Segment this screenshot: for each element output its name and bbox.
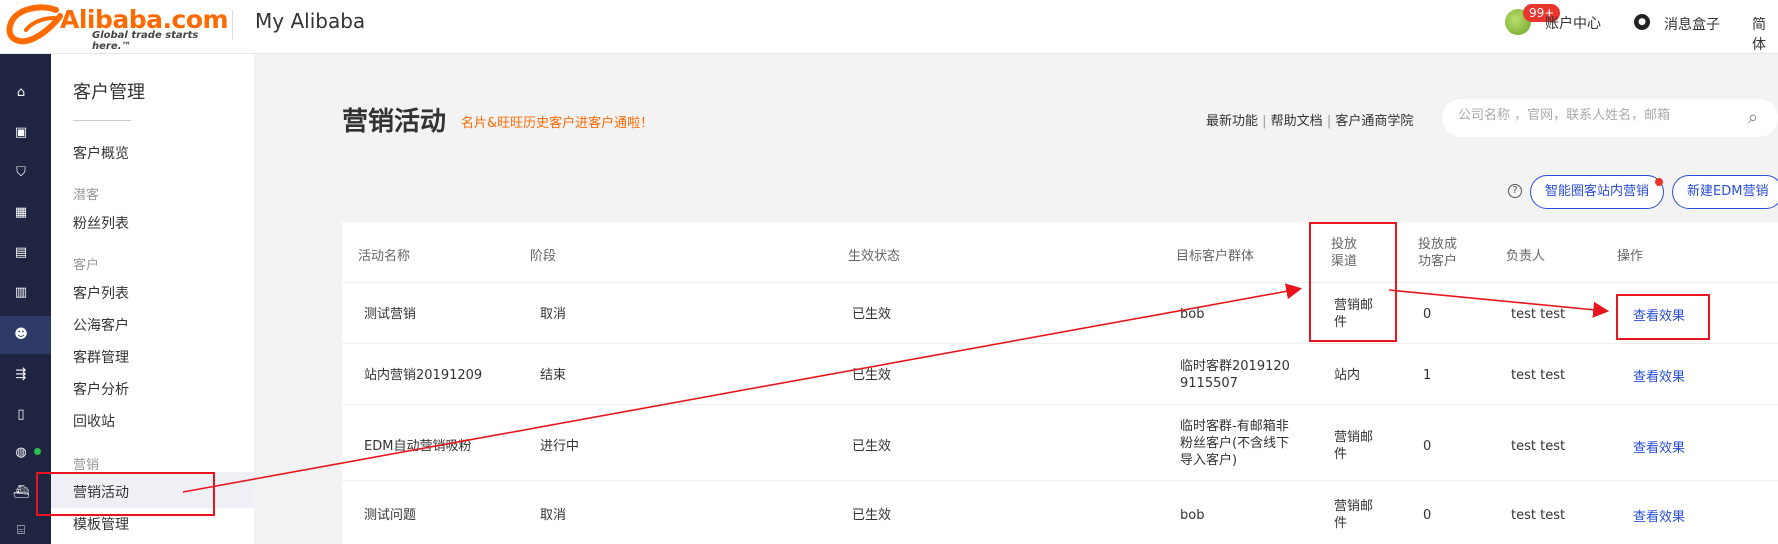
- bank-icon[interactable]: ⌸: [12, 522, 30, 540]
- header-success: 投放成功客户: [1418, 237, 1458, 269]
- row4-owner: test test: [1511, 508, 1566, 523]
- row-divider: [342, 343, 1778, 344]
- row-divider: [342, 480, 1778, 481]
- row3-name: EDM自动营销吸粉: [364, 439, 472, 454]
- new-edm-button[interactable]: 新建EDM营销: [1672, 175, 1778, 209]
- row-divider: [342, 404, 1778, 405]
- new-dot-badge: [1655, 178, 1664, 186]
- clipboard-icon[interactable]: ▯: [12, 406, 30, 424]
- link-separator: |: [1262, 114, 1271, 129]
- activity-table: 活动名称 阶段 生效状态 目标客户群体 投放渠道 投放成功客户 负责人 操作 测…: [342, 222, 1778, 544]
- row2-status: 已生效: [852, 368, 892, 383]
- row2-stage: 结束: [540, 368, 567, 383]
- logo-tagline: Global trade starts here.™: [92, 30, 199, 52]
- page-subtitle: 名片&旺旺历史客户进客户通啦！: [461, 116, 654, 131]
- sidebar-item-fans[interactable]: 粉丝列表: [73, 213, 129, 233]
- row4-name: 测试问题: [364, 508, 417, 523]
- sidebar-item-group-management[interactable]: 客群管理: [73, 347, 129, 367]
- row4-stage: 取消: [540, 508, 567, 523]
- sidebar-group-customers: 客户: [73, 258, 100, 273]
- status-dot: [34, 448, 41, 455]
- account-center-link[interactable]: 账户中心: [1545, 13, 1601, 33]
- site-marketing-button-label: 智能圈客站内营销: [1545, 184, 1650, 199]
- row4-channel: 营销邮件: [1334, 499, 1374, 531]
- row3-channel: 营销邮件: [1334, 430, 1374, 462]
- row2-channel: 站内: [1334, 368, 1361, 383]
- sidebar-item-overview[interactable]: 客户概览: [73, 143, 129, 163]
- row2-target: 临时客群20191209115507: [1180, 359, 1290, 391]
- sidebar-group-marketing: 营销: [73, 458, 100, 473]
- link-help-docs[interactable]: 帮助文档: [1271, 114, 1323, 129]
- annotation-box-channel: [1309, 222, 1397, 342]
- ship-icon[interactable]: ⛴: [12, 484, 30, 502]
- annotation-box-view-effect: [1616, 294, 1710, 340]
- row1-success: 0: [1423, 307, 1432, 322]
- row4-view-effect-link[interactable]: 查看效果: [1633, 509, 1685, 526]
- annotation-box-sidebar: [36, 472, 215, 516]
- sidebar-divider: [73, 120, 131, 121]
- store-icon[interactable]: ▣: [12, 124, 30, 142]
- my-alibaba-title[interactable]: My Alibaba: [255, 9, 365, 33]
- row3-status: 已生效: [852, 439, 892, 454]
- logo-divider: [232, 10, 233, 40]
- row1-stage: 取消: [540, 307, 567, 322]
- header-action: 操作: [1617, 249, 1644, 264]
- header-name: 活动名称: [358, 249, 411, 264]
- search-input[interactable]: [1458, 108, 1728, 123]
- row4-success: 0: [1423, 508, 1432, 523]
- row4-target: bob: [1180, 508, 1205, 523]
- help-icon[interactable]: ?: [1508, 184, 1522, 198]
- sidebar-item-template-management[interactable]: 模板管理: [73, 514, 129, 534]
- row2-view-effect-link[interactable]: 查看效果: [1633, 369, 1685, 386]
- search-icon[interactable]: ⌕: [1748, 107, 1758, 128]
- row2-success: 1: [1423, 368, 1432, 383]
- sidebar-title: 客户管理: [73, 82, 145, 103]
- sidebar-item-recycle-bin[interactable]: 回收站: [73, 411, 115, 431]
- row3-owner: test test: [1511, 439, 1566, 454]
- home-icon[interactable]: ⌂: [12, 84, 30, 102]
- header-stage: 阶段: [530, 249, 557, 264]
- language-switch[interactable]: 简体: [1752, 14, 1778, 54]
- row1-name: 测试营销: [364, 307, 417, 322]
- header-owner: 负责人: [1506, 249, 1546, 264]
- link-academy[interactable]: 客户通商学院: [1335, 114, 1413, 129]
- row4-status: 已生效: [852, 508, 892, 523]
- page-title: 营销活动: [342, 107, 447, 137]
- row2-owner: test test: [1511, 368, 1566, 383]
- row-divider: [342, 282, 1778, 283]
- bell-icon[interactable]: ●: [1634, 14, 1650, 30]
- sidebar: 客户管理 客户概览 潜客 粉丝列表 客户 客户列表 公海客户 客群管理 客户分析…: [51, 54, 254, 544]
- alibaba-logo-mark-icon: [6, 4, 63, 45]
- apps-icon[interactable]: ▦: [12, 204, 30, 222]
- row3-stage: 进行中: [540, 439, 580, 454]
- search-box: ⌕: [1442, 99, 1778, 137]
- header-links: 最新功能 | 帮助文档 | 客户通商学院: [1206, 110, 1413, 129]
- alibaba-logo[interactable]: Alibaba.com Global trade starts here.™: [4, 2, 229, 52]
- row3-success: 0: [1423, 439, 1432, 454]
- customers-icon[interactable]: ☻: [12, 326, 30, 344]
- row3-view-effect-link[interactable]: 查看效果: [1633, 440, 1685, 457]
- sidebar-item-customer-analysis[interactable]: 客户分析: [73, 379, 129, 399]
- row2-name: 站内营销20191209: [364, 368, 483, 383]
- header-status: 生效状态: [848, 249, 901, 264]
- top-bar: Alibaba.com Global trade starts here.™ M…: [0, 0, 1778, 54]
- globe-icon[interactable]: ◍: [12, 444, 30, 462]
- row1-owner: test test: [1511, 307, 1566, 322]
- row3-target: 临时客群-有邮箱非粉丝客户(不含线下导入客户): [1180, 419, 1290, 468]
- link-new-features[interactable]: 最新功能: [1206, 114, 1258, 129]
- chart-icon[interactable]: ▥: [12, 284, 30, 302]
- message-box-link[interactable]: 消息盒子: [1664, 14, 1720, 34]
- row1-target: bob: [1180, 307, 1205, 322]
- shield-icon[interactable]: ⛉: [12, 164, 30, 182]
- sidebar-group-leads: 潜客: [73, 188, 100, 203]
- share-icon[interactable]: ⇶: [12, 366, 30, 384]
- sidebar-item-public-customers[interactable]: 公海客户: [73, 315, 129, 335]
- new-edm-button-label: 新建EDM营销: [1687, 184, 1769, 199]
- header-target: 目标客户群体: [1176, 249, 1255, 264]
- chat-icon[interactable]: ▤: [12, 244, 30, 262]
- site-marketing-button[interactable]: 智能圈客站内营销: [1530, 175, 1665, 209]
- row1-status: 已生效: [852, 307, 892, 322]
- sidebar-item-customer-list[interactable]: 客户列表: [73, 283, 129, 303]
- icon-rail: ⌂ ▣ ⛉ ▦ ▤ ▥ ☻ ⇶ ▯ ◍ ⛴ ⌸: [0, 54, 51, 544]
